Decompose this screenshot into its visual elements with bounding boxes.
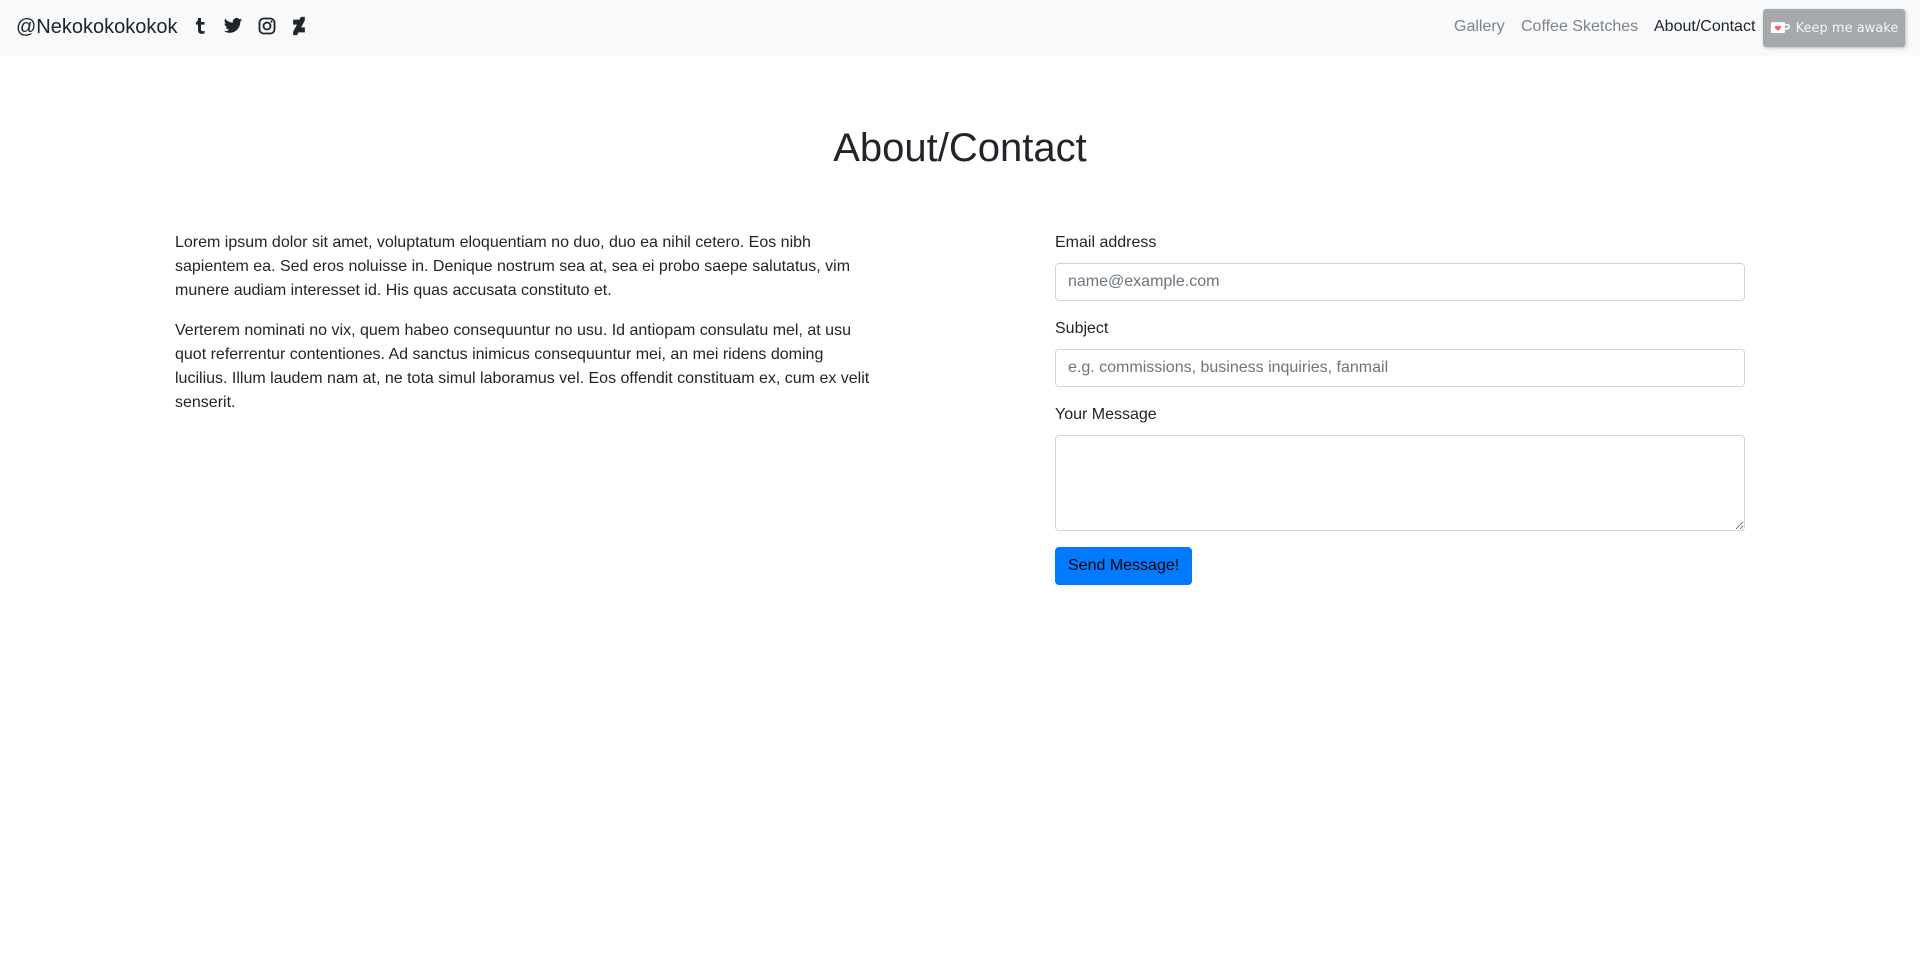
page-title: About/Contact — [833, 126, 1087, 170]
nav-link-coffee-sketches[interactable]: Coffee Sketches — [1521, 17, 1638, 37]
tumblr-icon[interactable] — [190, 14, 212, 38]
twitter-icon[interactable] — [223, 14, 245, 38]
subject-label: Subject — [1055, 320, 1109, 337]
subject-field[interactable] — [1055, 349, 1745, 387]
about-text: Lorem ipsum dolor sit amet, voluptatum e… — [175, 231, 875, 431]
nav-link-about-contact[interactable]: About/Contact — [1654, 17, 1755, 37]
message-textarea[interactable] — [1055, 435, 1745, 531]
coffee-cup-heart-icon — [1770, 22, 1790, 33]
about-paragraph: Lorem ipsum dolor sit amet, voluptatum e… — [175, 234, 851, 299]
brand-link[interactable]: @Nekokokokokok — [16, 15, 177, 39]
kofi-label: Keep me awake — [1795, 20, 1899, 36]
email-label: Email address — [1055, 234, 1157, 251]
nav-link-gallery[interactable]: Gallery — [1454, 17, 1505, 37]
send-message-button[interactable]: Send Message! — [1055, 547, 1193, 585]
contact-form: Email address Subject Your Message Send … — [1055, 231, 1745, 585]
navbar: @Nekokokokokok Gallery Coffee Sketches A… — [0, 0, 1920, 56]
about-paragraph: Verterem nominati no vix, quem habeo con… — [175, 322, 870, 411]
kofi-button[interactable]: Keep me awake — [1763, 9, 1905, 47]
deviantart-icon[interactable] — [289, 14, 311, 38]
instagram-icon[interactable] — [257, 14, 279, 38]
social-links — [190, 14, 311, 38]
message-label: Your Message — [1055, 406, 1157, 423]
email-field[interactable] — [1055, 263, 1745, 301]
